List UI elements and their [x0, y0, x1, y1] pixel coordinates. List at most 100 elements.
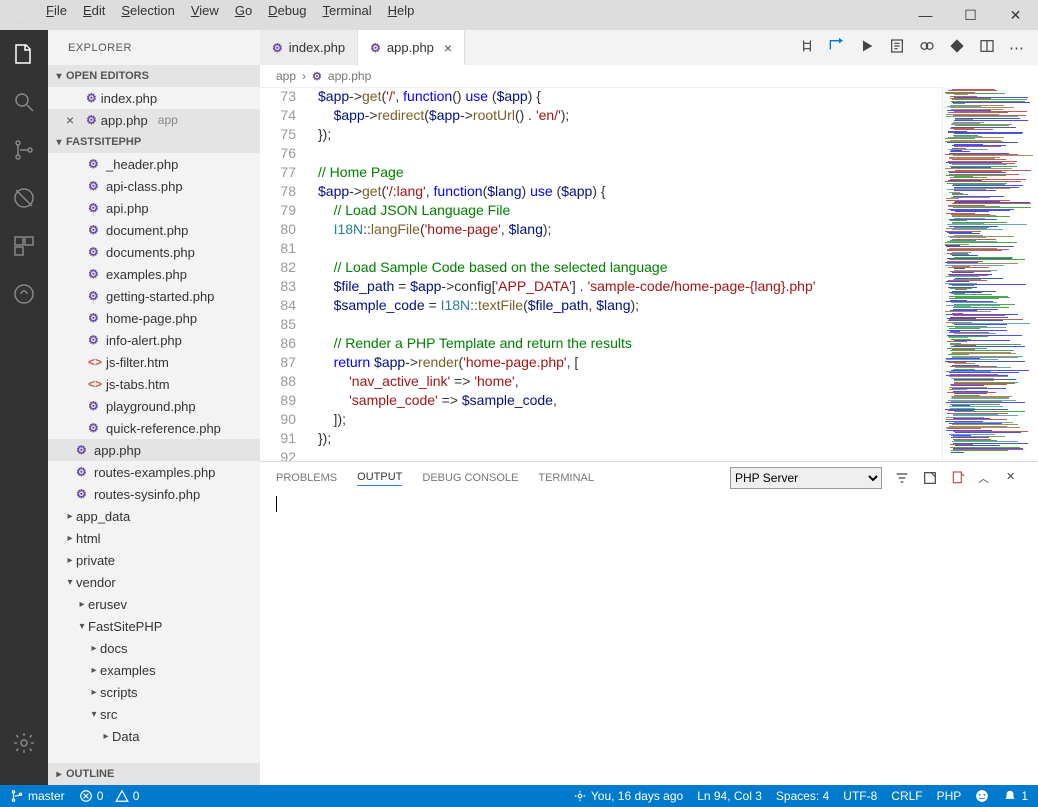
- file-item[interactable]: ⚙routes-examples.php: [48, 461, 260, 483]
- open-editor-item[interactable]: ⚙index.php: [48, 87, 260, 109]
- file-item[interactable]: ⚙document.php: [48, 219, 260, 241]
- file-item[interactable]: ⚙_header.php: [48, 153, 260, 175]
- clear-output-icon[interactable]: [950, 470, 966, 486]
- folder-item[interactable]: ▾src: [48, 703, 260, 725]
- file-item[interactable]: ⚙examples.php: [48, 263, 260, 285]
- feedback-icon[interactable]: [975, 789, 989, 803]
- output-channel-select[interactable]: PHP Server: [730, 467, 882, 489]
- bottom-panel: PROBLEMS OUTPUT DEBUG CONSOLE TERMINAL PHP …: [260, 461, 1038, 785]
- eol[interactable]: CRLF: [891, 789, 922, 803]
- php-file-icon: ⚙: [76, 465, 94, 479]
- menu-terminal[interactable]: Terminal: [314, 0, 379, 26]
- compare-changes-icon[interactable]: [799, 38, 815, 58]
- file-item[interactable]: ⚙api.php: [48, 197, 260, 219]
- git-blame[interactable]: You, 16 days ago: [573, 789, 683, 803]
- folder-item[interactable]: ▸scripts: [48, 681, 260, 703]
- explorer-icon[interactable]: [10, 40, 38, 68]
- debug-icon[interactable]: [10, 184, 38, 212]
- search-icon[interactable]: [10, 88, 38, 116]
- status-bar: master 0 0 You, 16 days ago Ln 94, Col 3…: [0, 785, 1038, 807]
- problems-count[interactable]: 0 0: [79, 789, 140, 803]
- file-item[interactable]: ⚙getting-started.php: [48, 285, 260, 307]
- folder-item[interactable]: ▸html: [48, 527, 260, 549]
- panel-tab-output[interactable]: OUTPUT: [357, 471, 402, 486]
- editor-tab[interactable]: ⚙app.php×: [358, 30, 465, 65]
- file-item[interactable]: ⚙api-class.php: [48, 175, 260, 197]
- menu-edit[interactable]: Edit: [75, 0, 113, 26]
- breadcrumb[interactable]: app › ⚙ app.php: [260, 65, 1038, 87]
- menu-view[interactable]: View: [183, 0, 227, 26]
- panel-tab-debug-console[interactable]: DEBUG CONSOLE: [422, 472, 518, 484]
- open-changes-icon[interactable]: [889, 38, 905, 58]
- open-preview-icon[interactable]: [829, 38, 845, 58]
- close-tab-icon[interactable]: ×: [444, 40, 452, 56]
- split-editor-icon[interactable]: [979, 38, 995, 58]
- folder-item[interactable]: ▸app_data: [48, 505, 260, 527]
- filter-icon[interactable]: [894, 470, 910, 486]
- minimap[interactable]: [942, 87, 1038, 461]
- open-editors-header[interactable]: ▾OPEN EDITORS: [48, 65, 260, 87]
- menu-go[interactable]: Go: [227, 0, 260, 26]
- activity-bar: [0, 30, 48, 785]
- file-item[interactable]: ⚙playground.php: [48, 395, 260, 417]
- folder-item[interactable]: ▸private: [48, 549, 260, 571]
- menu-help[interactable]: Help: [380, 0, 423, 26]
- extensions-icon[interactable]: [10, 232, 38, 260]
- breadcrumb-folder[interactable]: app: [276, 69, 296, 83]
- panel-tab-problems[interactable]: PROBLEMS: [276, 472, 337, 484]
- php-file-icon: ⚙: [272, 41, 283, 55]
- live-share-icon[interactable]: [10, 280, 38, 308]
- git-icon[interactable]: [949, 38, 965, 58]
- indentation[interactable]: Spaces: 4: [776, 789, 829, 803]
- folder-item[interactable]: ▸erusev: [48, 593, 260, 615]
- notifications[interactable]: 1: [1003, 789, 1028, 803]
- minimize-button[interactable]: —: [903, 0, 948, 30]
- language-mode[interactable]: PHP: [937, 789, 962, 803]
- menu-debug[interactable]: Debug: [260, 0, 314, 26]
- settings-gear-icon[interactable]: [10, 729, 38, 757]
- git-branch[interactable]: master: [10, 789, 65, 803]
- output-body[interactable]: [260, 494, 1038, 785]
- outline-header[interactable]: ▸OUTLINE: [48, 763, 260, 785]
- source-control-icon[interactable]: [10, 136, 38, 164]
- chevron-right-icon: ›: [302, 69, 306, 83]
- file-item[interactable]: ⚙app.php: [48, 439, 260, 461]
- cursor-position[interactable]: Ln 94, Col 3: [697, 789, 762, 803]
- folder-item[interactable]: ▾vendor: [48, 571, 260, 593]
- encoding[interactable]: UTF-8: [843, 789, 877, 803]
- menu-selection[interactable]: Selection: [113, 0, 182, 26]
- close-button[interactable]: ✕: [993, 0, 1038, 30]
- folder-item[interactable]: ▸Data: [48, 725, 260, 747]
- toggle-icon[interactable]: [919, 38, 935, 58]
- file-item[interactable]: ⚙documents.php: [48, 241, 260, 263]
- editor-tab[interactable]: ⚙index.php: [260, 30, 358, 65]
- more-actions-icon[interactable]: ⋯: [1009, 39, 1024, 57]
- project-header[interactable]: ▾FASTSITEPHP: [48, 131, 260, 153]
- open-editor-item[interactable]: ×⚙app.phpapp: [48, 109, 260, 131]
- php-file-icon: ⚙: [88, 245, 106, 259]
- file-item[interactable]: <>js-tabs.htm: [48, 373, 260, 395]
- php-file-icon: ⚙: [86, 91, 97, 105]
- maximize-button[interactable]: ☐: [948, 0, 993, 30]
- file-item[interactable]: <>js-filter.htm: [48, 351, 260, 373]
- panel-close-icon[interactable]: ✕: [1006, 470, 1022, 486]
- file-item[interactable]: ⚙quick-reference.php: [48, 417, 260, 439]
- file-item[interactable]: ⚙info-alert.php: [48, 329, 260, 351]
- panel-tab-terminal[interactable]: TERMINAL: [538, 472, 594, 484]
- php-file-icon: ⚙: [88, 157, 106, 171]
- open-log-icon[interactable]: [922, 470, 938, 486]
- folder-item[interactable]: ▸docs: [48, 637, 260, 659]
- close-editor-icon[interactable]: ×: [66, 112, 82, 128]
- panel-collapse-icon[interactable]: ︿: [978, 470, 994, 486]
- menu-file[interactable]: File: [38, 0, 75, 26]
- folder-item[interactable]: ▸examples: [48, 659, 260, 681]
- run-icon[interactable]: [859, 38, 875, 58]
- folder-item[interactable]: ▾FastSitePHP: [48, 615, 260, 637]
- php-file-icon: ⚙: [88, 201, 106, 215]
- file-item[interactable]: ⚙routes-sysinfo.php: [48, 483, 260, 505]
- file-item[interactable]: ⚙home-page.php: [48, 307, 260, 329]
- breadcrumb-file[interactable]: app.php: [328, 69, 371, 83]
- explorer-sidebar: EXPLORER ▾OPEN EDITORS ⚙index.php×⚙app.p…: [48, 30, 260, 785]
- code-editor[interactable]: 7374757677787980818283848586878889909192…: [260, 87, 942, 461]
- php-file-icon: ⚙: [88, 333, 106, 347]
